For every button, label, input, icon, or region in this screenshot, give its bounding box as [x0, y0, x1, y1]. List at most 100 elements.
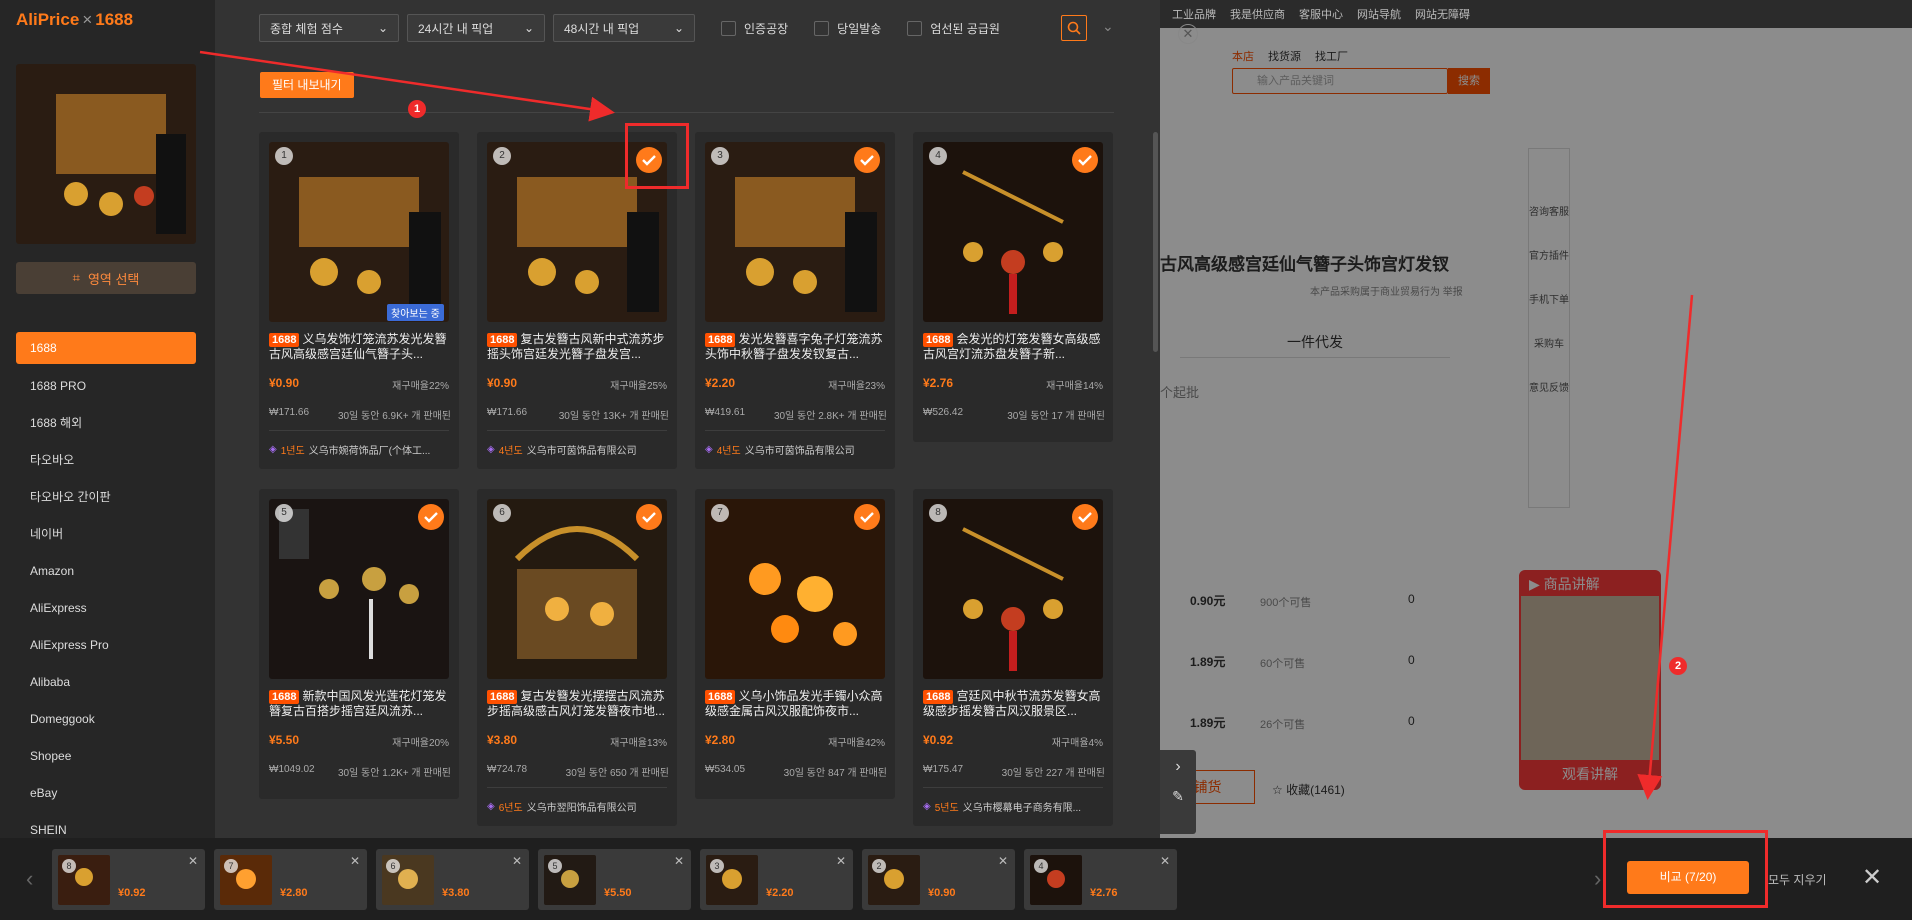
supplier-info[interactable]: ◈ 5년도 义乌市樱幕电子商务有限...	[923, 799, 1105, 814]
export-filter-button[interactable]: 필터 내보내기	[260, 72, 354, 98]
overlay-close-icon[interactable]: ✕	[1178, 24, 1198, 44]
selected-check-icon[interactable]	[1072, 504, 1098, 530]
nav-item-1688-overseas[interactable]: 1688 해외	[16, 406, 196, 443]
selected-check-icon[interactable]	[636, 504, 662, 530]
top-nav-link[interactable]: 工业品牌	[1172, 6, 1216, 22]
bg-search-button[interactable]: 搜索	[1448, 68, 1490, 94]
nav-item-taobao-lite[interactable]: 타오바오 간이판	[16, 480, 196, 517]
selected-check-icon[interactable]	[854, 147, 880, 173]
product-title[interactable]: 1688 新款中国风发光莲花灯笼发簪复古百搭步摇宫廷风流苏...	[269, 689, 451, 719]
compare-item[interactable]: 4 ¥2.76 ✕	[1024, 849, 1177, 910]
product-title[interactable]: 1688 会发光的灯笼发簪女高级感古风宫灯流苏盘发簪子新...	[923, 332, 1105, 362]
close-icon[interactable]: ✕	[1160, 854, 1170, 868]
selected-check-icon[interactable]	[1072, 147, 1098, 173]
checkbox-box[interactable]	[907, 20, 923, 36]
nav-item-domeggook[interactable]: Domeggook	[16, 702, 196, 739]
product-title[interactable]: 1688 义乌小饰品发光手镯小众高级感金属古风汉服配饰夜市...	[705, 689, 887, 719]
chevron-down-icon[interactable]: ⌄	[1102, 18, 1114, 35]
selected-check-icon[interactable]	[418, 504, 444, 530]
compare-item[interactable]: 3 ¥2.20 ✕	[700, 849, 853, 910]
nav-item-aliexpress-pro[interactable]: AliExpress Pro	[16, 628, 196, 665]
product-title[interactable]: 1688 复古发簪古风新中式流苏步摇头饰宫廷发光簪子盘发宫...	[487, 332, 669, 362]
area-select-button[interactable]: ⌗ 영역 선택	[16, 262, 196, 294]
product-card[interactable]: 7 1688 义乌小饰品发光手镯小众高级感金属古风汉服配饰夜市... ¥2.80 …	[695, 489, 895, 799]
bg-report[interactable]: 举报	[1443, 287, 1463, 298]
product-card[interactable]: 6 1688 复古发簪发光摆摆古风流苏步摇高级感古风灯笼发簪夜市地... ¥3.8…	[477, 489, 677, 826]
product-title[interactable]: 1688 发光发簪喜字兔子灯笼流苏头饰中秋簪子盘发发钗复古...	[705, 332, 887, 362]
product-card[interactable]: 4 1688 会发光的灯笼发簪女高级感古风宫灯流苏盘发簪子新... ¥2.76 재…	[913, 132, 1113, 442]
selected-check-icon[interactable]	[854, 504, 880, 530]
price-krw: ₩175.47	[923, 764, 964, 775]
toolbar-mobile[interactable]: 手机下单	[1529, 285, 1569, 329]
product-title[interactable]: 1688 义乌发饰灯笼流苏发光发簪古风高级感宫廷仙气簪子头...	[269, 332, 451, 362]
top-nav-link[interactable]: 网站导航	[1357, 6, 1401, 22]
product-card[interactable]: 8 1688 宫廷风中秋节流苏发簪女高级感步摇发簪古风汉服景区... ¥0.92 …	[913, 489, 1113, 826]
compare-item[interactable]: 5 ¥5.50 ✕	[538, 849, 691, 910]
top-nav-link[interactable]: 客服中心	[1299, 6, 1343, 22]
product-card[interactable]: 5 1688 新款中国风发光莲花灯笼发簪复古百搭步摇宫廷风流苏... ¥5.50 …	[259, 489, 459, 799]
search-tab-source[interactable]: 找货源	[1268, 48, 1301, 64]
pickup48-select[interactable]: 48시간 내 픽업 ⌄	[553, 14, 695, 42]
chevron-right-icon[interactable]: ›	[1160, 750, 1196, 776]
selected-supplier-checkbox[interactable]: 엄선된 공급원	[907, 20, 1000, 37]
nav-item-shopee[interactable]: Shopee	[16, 739, 196, 776]
compare-item[interactable]: 2 ¥0.90 ✕	[862, 849, 1015, 910]
nav-item-taobao[interactable]: 타오바오	[16, 443, 196, 480]
scrollbar[interactable]	[1153, 132, 1158, 352]
product-video[interactable]: ▶ 商品讲解 观看讲解	[1519, 570, 1661, 790]
search-tab-store[interactable]: 本店	[1232, 48, 1254, 64]
chevron-right-icon[interactable]: ›	[1594, 866, 1601, 892]
toolbar-service[interactable]: 咨询客服	[1529, 197, 1569, 241]
nav-item-alibaba[interactable]: Alibaba	[16, 665, 196, 702]
top-nav-link[interactable]: 网站无障碍	[1415, 6, 1470, 22]
bg-sku-qty[interactable]: 0	[1408, 714, 1415, 728]
supplier-info[interactable]: ◈ 6년도 义乌市翌阳饰品有限公司	[487, 799, 669, 814]
compare-item[interactable]: 7 ¥2.80 ✕	[214, 849, 367, 910]
nav-item-amazon[interactable]: Amazon	[16, 554, 196, 591]
search-tab-factory[interactable]: 找工厂	[1315, 48, 1348, 64]
bg-search-input[interactable]: 输入产品关键词	[1232, 68, 1448, 94]
bg-sku-qty[interactable]: 0	[1408, 653, 1415, 667]
bg-dropship-tab[interactable]: 一件代发	[1180, 326, 1450, 358]
bg-favorite[interactable]: 收藏(1461)	[1286, 783, 1345, 797]
sort-select[interactable]: 종합 체험 점수 ⌄	[259, 14, 399, 42]
filter-search-button[interactable]	[1061, 15, 1087, 41]
certified-checkbox[interactable]: 인증공장	[721, 20, 788, 37]
toolbar-cart[interactable]: 采购车	[1529, 329, 1569, 373]
product-card[interactable]: 3 1688 发光发簪喜字兔子灯笼流苏头饰中秋簪子盘发发钗复古... ¥2.20 …	[695, 132, 895, 469]
close-icon[interactable]: ✕	[512, 854, 522, 868]
close-icon[interactable]: ✕	[188, 854, 198, 868]
sameday-checkbox[interactable]: 당일발송	[814, 20, 881, 37]
supplier-info[interactable]: ◈ 4년도 义乌市可茵饰品有限公司	[487, 442, 669, 457]
nav-item-1688[interactable]: 1688	[16, 332, 196, 364]
bg-sku-qty[interactable]: 0	[1408, 592, 1415, 606]
pickup24-select[interactable]: 24시간 내 픽업 ⌄	[407, 14, 545, 42]
product-image[interactable]	[269, 142, 449, 322]
close-icon[interactable]: ✕	[998, 854, 1008, 868]
edit-icon[interactable]: ✎	[1160, 776, 1196, 805]
checkbox-box[interactable]	[721, 20, 736, 36]
product-card[interactable]: 1 찾아보는 중 1688 义乌发饰灯笼流苏发光发簪古风高级感宫廷仙气簪子头...…	[259, 132, 459, 469]
toolbar-plugin[interactable]: 官方插件	[1529, 241, 1569, 285]
checkbox-box[interactable]	[814, 20, 830, 36]
nav-item-ebay[interactable]: eBay	[16, 776, 196, 813]
close-icon[interactable]: ✕	[350, 854, 360, 868]
supplier-info[interactable]: ◈ 4년도 义乌市可茵饰品有限公司	[705, 442, 887, 457]
compare-item[interactable]: 8 ¥0.92 ✕	[52, 849, 205, 910]
compare-item[interactable]: 6 ¥3.80 ✕	[376, 849, 529, 910]
close-icon[interactable]: ✕	[674, 854, 684, 868]
video-watch-button[interactable]: 观看讲解	[1521, 760, 1659, 788]
chevron-left-icon[interactable]: ‹	[26, 866, 33, 892]
product-title[interactable]: 1688 宫廷风中秋节流苏发簪女高级感步摇发簪古风汉服景区...	[923, 689, 1105, 719]
nav-item-aliexpress[interactable]: AliExpress	[16, 591, 196, 628]
clear-all-button[interactable]: 모두 지우기	[1768, 871, 1827, 888]
nav-item-1688-pro[interactable]: 1688 PRO	[16, 369, 196, 406]
close-icon[interactable]: ✕	[1862, 863, 1882, 892]
product-title[interactable]: 1688 复古发簪发光摆摆古风流苏步摇高级感古风灯笼发簪夜市地...	[487, 689, 669, 719]
toolbar-feedback[interactable]: 意见反馈	[1529, 373, 1569, 417]
compare-index: 7	[224, 859, 238, 873]
nav-item-naver[interactable]: 네이버	[16, 517, 196, 554]
supplier-info[interactable]: ◈ 1년도 义乌市婉荷饰品厂(个体工...	[269, 442, 451, 457]
top-nav-link[interactable]: 我是供应商	[1230, 6, 1285, 22]
close-icon[interactable]: ✕	[836, 854, 846, 868]
